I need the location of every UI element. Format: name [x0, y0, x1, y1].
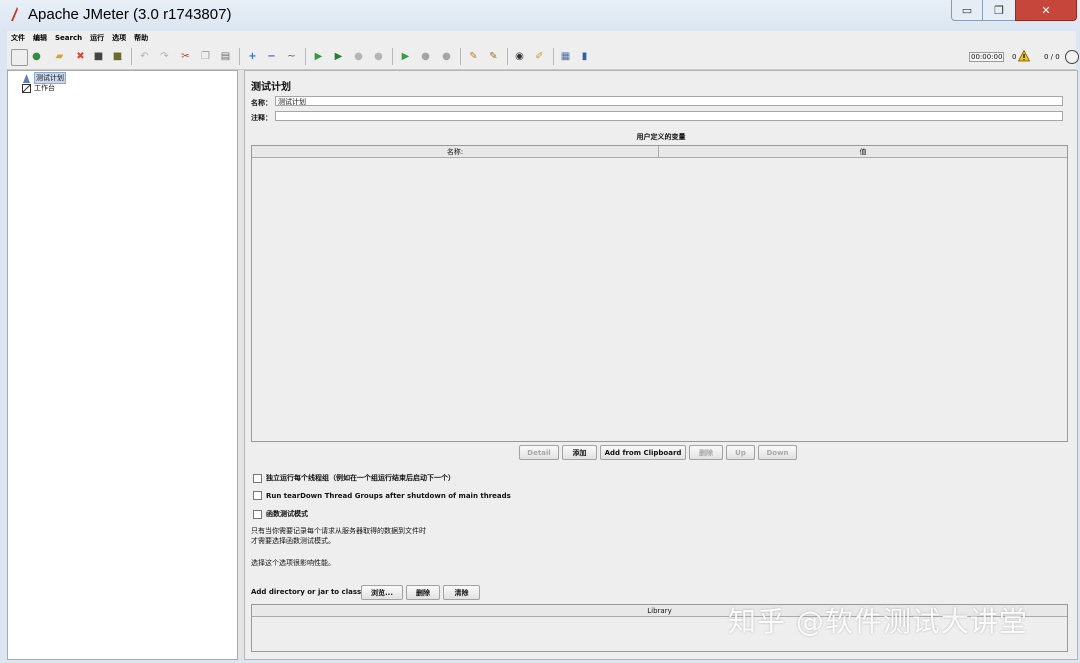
templates-icon[interactable]: ● — [29, 49, 44, 64]
new-icon[interactable] — [11, 49, 28, 66]
close-plan-icon[interactable]: ✖ — [73, 49, 88, 64]
toolbar-separator — [392, 48, 393, 65]
detail-button[interactable]: Detail — [519, 445, 559, 460]
delete-button[interactable]: 删除 — [689, 445, 723, 460]
toolbar-separator — [507, 48, 508, 65]
watermark: 知乎 @软件测试大讲堂 — [728, 605, 1028, 638]
functional-test-mode-checkbox[interactable]: 函数测试模式 — [253, 509, 308, 519]
menu-file[interactable]: 文件 — [7, 33, 29, 43]
panel-title: 测试计划 — [251, 82, 291, 93]
test-plan-panel: 测试计划 名称： 测试计划 注释： 用户定义的变量 名称: 值 Detail 添… — [244, 70, 1078, 660]
status-globe-icon[interactable] — [1065, 50, 1079, 64]
clear-icon[interactable]: ✎ — [466, 49, 481, 64]
error-count: 0 — [1012, 53, 1017, 61]
expand-icon[interactable]: + — [245, 49, 260, 64]
redo-icon[interactable]: ↷ — [157, 49, 172, 64]
remote-shutdown-icon[interactable]: ● — [439, 49, 454, 64]
shutdown-icon[interactable]: ● — [371, 49, 386, 64]
split-pane-divider[interactable] — [238, 70, 243, 658]
test-plan-icon — [23, 73, 30, 83]
performance-note: 选择这个选项很影响性能。 — [251, 559, 335, 567]
comment-field[interactable] — [275, 111, 1063, 121]
name-field[interactable]: 测试计划 — [275, 96, 1063, 106]
checkbox-box[interactable] — [253, 491, 262, 500]
stop-icon[interactable]: ● — [351, 49, 366, 64]
toolbar-separator — [131, 48, 132, 65]
classpath-clear-button[interactable]: 清除 — [443, 585, 480, 600]
reset-search-icon[interactable]: ✐ — [532, 49, 547, 64]
menu-help[interactable]: 帮助 — [130, 33, 152, 43]
open-icon[interactable]: ▰ — [52, 49, 67, 64]
add-from-clipboard-button[interactable]: Add from Clipboard — [600, 445, 686, 460]
tree-item-label: 工作台 — [34, 84, 55, 92]
add-button[interactable]: 添加 — [562, 445, 597, 460]
user-variables-title: 用户定义的变量 — [636, 133, 686, 141]
remote-start-icon[interactable]: ▶ — [398, 49, 413, 64]
clear-all-icon[interactable]: ✎ — [486, 49, 501, 64]
checkbox-box[interactable] — [253, 509, 262, 519]
start-no-pauses-icon[interactable]: ▶ — [331, 49, 346, 64]
window-title: Apache JMeter (3.0 r1743807) — [28, 6, 232, 23]
active-threads: 0 / 0 — [1044, 53, 1060, 61]
toolbar: ● ▰ ✖ ■ ■ ↶ ↷ ✂ ❐ ▤ + − ~ ▶ ▶ ● ● ▶ ● ● … — [7, 44, 1079, 70]
maximize-button[interactable]: ❐ — [982, 0, 1016, 21]
copy-icon[interactable]: ❐ — [198, 49, 213, 64]
checkbox-label: 独立运行每个线程组（例如在一个组运行结束后启动下一个） — [266, 474, 455, 482]
save-icon[interactable]: ■ — [91, 49, 106, 64]
close-button[interactable]: ✕ — [1015, 0, 1077, 21]
warning-icon[interactable] — [1018, 50, 1030, 62]
functional-mode-note-1: 只有当你需要记录每个请求从服务器取得的数据到文件时 — [251, 527, 426, 535]
workbench-icon — [22, 83, 31, 93]
test-plan-tree: 测试计划 工作台 — [7, 70, 238, 660]
checkbox-label: Run tearDown Thread Groups after shutdow… — [266, 491, 511, 500]
menu-bar: 文件 编辑 Search 运行 选项 帮助 — [7, 31, 1076, 44]
menu-options[interactable]: 选项 — [108, 33, 130, 43]
help-icon[interactable]: ▮ — [577, 49, 592, 64]
paste-icon[interactable]: ▤ — [218, 49, 233, 64]
toggle-icon[interactable]: ~ — [284, 49, 299, 64]
save-as-icon[interactable]: ■ — [110, 49, 125, 64]
remote-stop-icon[interactable]: ● — [418, 49, 433, 64]
up-button[interactable]: Up — [726, 445, 755, 460]
classpath-delete-button[interactable]: 删除 — [406, 585, 440, 600]
classpath-label: Add directory or jar to classpath — [251, 588, 380, 596]
user-variables-table[interactable]: 名称: 值 — [251, 145, 1068, 442]
name-label: 名称： — [251, 99, 272, 107]
menu-edit[interactable]: 编辑 — [29, 33, 51, 43]
function-helper-icon[interactable]: ▦ — [558, 49, 573, 64]
undo-icon[interactable]: ↶ — [137, 49, 152, 64]
menu-search[interactable]: Search — [51, 34, 86, 42]
serialize-thread-groups-checkbox[interactable]: 独立运行每个线程组（例如在一个组运行结束后启动下一个） — [253, 473, 455, 483]
comment-label: 注释： — [251, 114, 272, 122]
down-button[interactable]: Down — [758, 445, 797, 460]
menu-run[interactable]: 运行 — [86, 33, 108, 43]
tree-item-workbench[interactable]: 工作台 — [22, 83, 55, 93]
toolbar-separator — [239, 48, 240, 65]
browse-button[interactable]: 浏览... — [361, 585, 403, 600]
checkbox-box[interactable] — [253, 473, 262, 483]
toolbar-separator — [305, 48, 306, 65]
elapsed-timer: 00:00:00 — [969, 52, 1005, 62]
jmeter-feather-icon — [11, 7, 18, 21]
teardown-after-shutdown-checkbox[interactable]: Run tearDown Thread Groups after shutdow… — [253, 491, 511, 500]
checkbox-label: 函数测试模式 — [266, 510, 308, 518]
column-header-name[interactable]: 名称: — [252, 146, 659, 158]
toolbar-separator — [553, 48, 554, 65]
search-icon[interactable]: ◉ — [512, 49, 527, 64]
toolbar-separator — [460, 48, 461, 65]
functional-mode-note-2: 才需要选择函数测试模式。 — [251, 537, 335, 545]
start-icon[interactable]: ▶ — [311, 49, 326, 64]
column-header-value[interactable]: 值 — [659, 146, 1067, 158]
minimize-button[interactable]: ▭ — [951, 0, 983, 21]
collapse-icon[interactable]: − — [264, 49, 279, 64]
title-bar: Apache JMeter (3.0 r1743807) ▭ ❐ ✕ — [0, 0, 1080, 32]
cut-icon[interactable]: ✂ — [178, 49, 193, 64]
